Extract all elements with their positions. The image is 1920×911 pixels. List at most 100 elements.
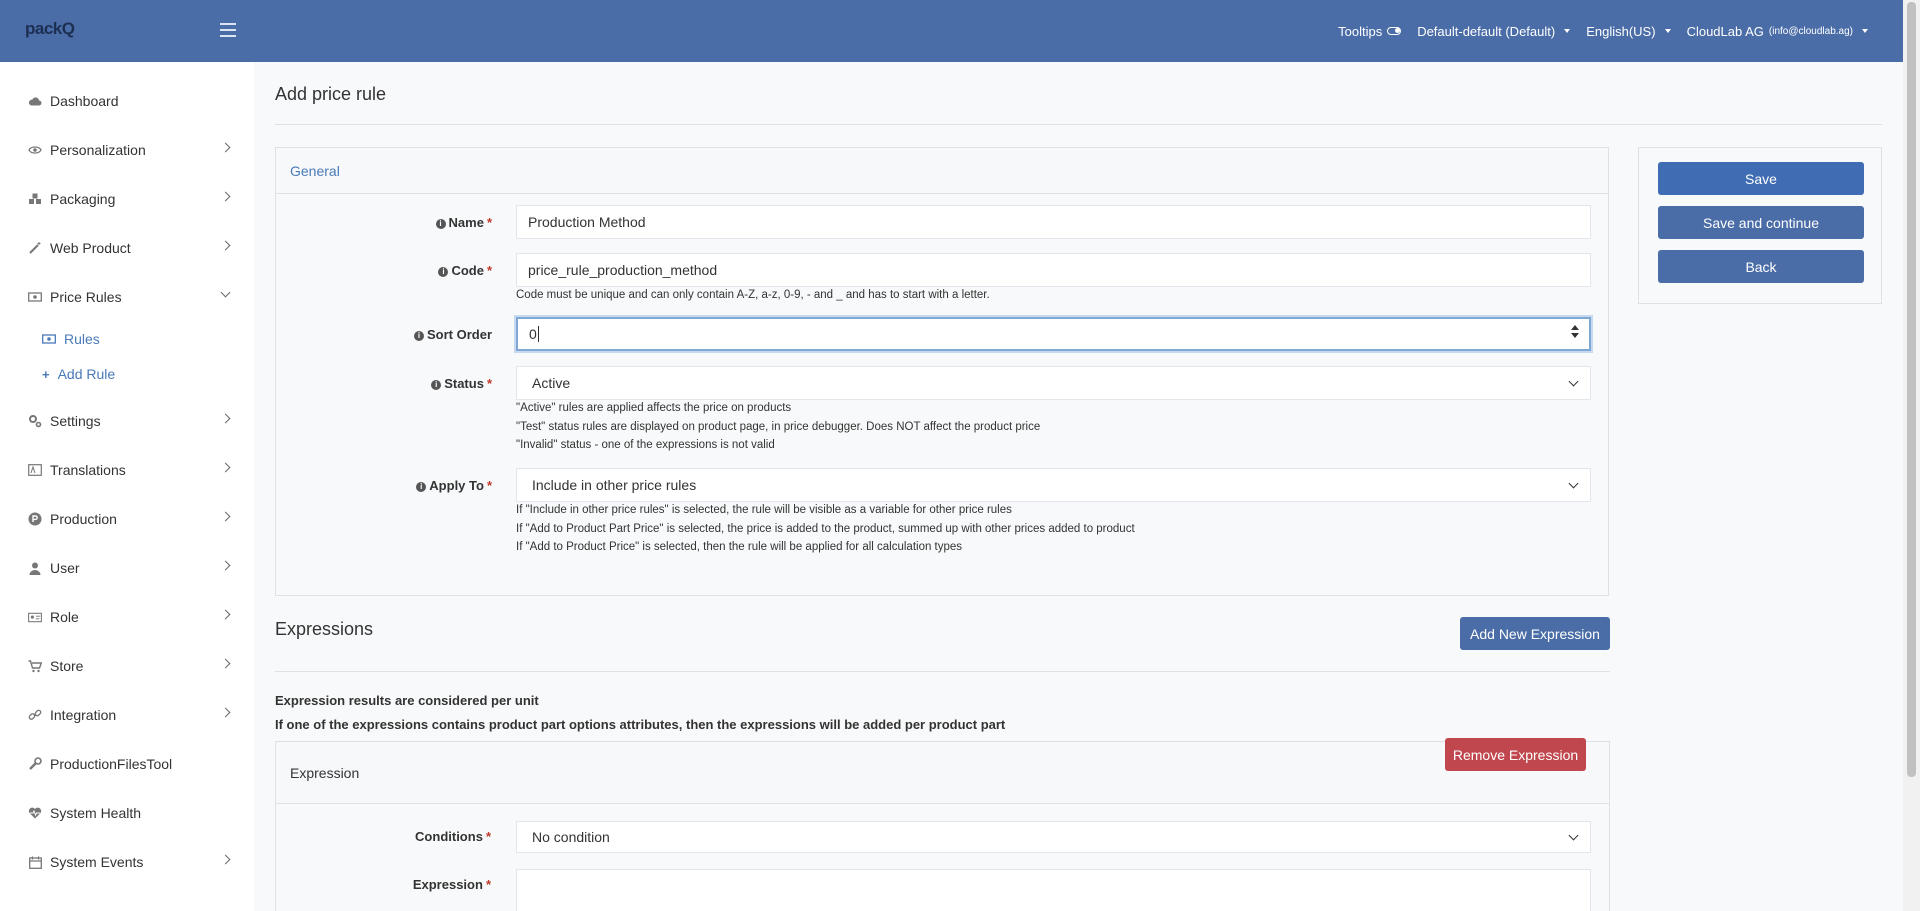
sidebar-item-productionfilestool[interactable]: ProductionFilesTool (0, 744, 254, 784)
chevron-right-icon (220, 854, 231, 865)
sidebar-item-store[interactable]: Store (0, 646, 254, 686)
magic-wand-icon (28, 241, 42, 255)
conditions-selected-value: No condition (532, 829, 610, 845)
number-spinner[interactable] (1571, 325, 1579, 338)
money-bill-icon (42, 332, 56, 347)
sidebar-item-price-rules[interactable]: Price Rules (0, 277, 254, 317)
scrollbar-thumb[interactable] (1907, 2, 1916, 777)
account-email: (info@cloudlab.ag) (1768, 25, 1853, 37)
plus-icon: + (42, 366, 50, 382)
expression-textarea[interactable] (516, 869, 1591, 911)
apply-to-label: i Apply To * (416, 478, 492, 493)
sort-order-value: 0 (529, 326, 537, 342)
apply-to-help-text: If "Include in other price rules" is sel… (516, 504, 1135, 553)
sidebar-item-translations[interactable]: Translations (0, 450, 254, 490)
sidebar-subitem-rules[interactable]: Rules (0, 324, 254, 354)
expression-card: Expression Conditions * No condition Expr… (275, 741, 1610, 911)
chevron-down-icon (1568, 830, 1579, 841)
sidebar-item-packaging[interactable]: Packaging (0, 179, 254, 219)
info-icon[interactable]: i (431, 380, 442, 390)
apply-to-selected-value: Include in other price rules (532, 477, 697, 493)
sidebar-item-label: Settings (50, 413, 101, 429)
apply-to-select[interactable]: Include in other price rules (516, 468, 1591, 502)
status-help-text: "Active" rules are applied affects the p… (516, 402, 1041, 451)
sidebar-subitem-label: Rules (64, 331, 100, 347)
sidebar-subitem-label: Add Rule (57, 366, 116, 382)
expression-label: Expression * (412, 877, 491, 892)
sidebar-item-system-events[interactable]: System Events (0, 842, 254, 882)
sidebar-subitem-add-rule[interactable]: + Add Rule (0, 359, 254, 389)
app-logo[interactable]: packQ (25, 19, 75, 39)
sidebar-item-label: Translations (50, 462, 126, 478)
sidebar-item-user[interactable]: User (0, 548, 254, 588)
add-new-expression-button[interactable]: Add New Expression (1460, 617, 1610, 650)
money-icon (28, 290, 42, 304)
general-card: General i Name * Production Method i Code * … (275, 147, 1609, 596)
calendar-icon (28, 855, 42, 869)
chevron-right-icon (220, 413, 231, 424)
account-dropdown[interactable]: CloudLab AG (info@cloudlab.ag) (1687, 24, 1868, 39)
code-label: i Code * (438, 263, 492, 278)
sidebar-item-web-product[interactable]: Web Product (0, 228, 254, 268)
save-and-continue-button[interactable]: Save and continue (1658, 206, 1864, 239)
sidebar-item-dashboard[interactable]: Dashboard (0, 81, 254, 121)
actions-card: Save Save and continue Back (1638, 147, 1882, 304)
remove-expression-button[interactable]: Remove Expression (1445, 738, 1586, 771)
conditions-label: Conditions * (415, 829, 491, 844)
caret-down-icon (1862, 29, 1868, 33)
eye-icon (28, 143, 42, 157)
info-icon[interactable]: i (416, 482, 427, 492)
top-navbar: packQ Tooltips Default-default (Default)… (0, 0, 1903, 62)
toggle-icon (1387, 27, 1402, 35)
language-icon (28, 463, 42, 477)
sidebar-item-label: User (50, 560, 80, 576)
expressions-title: Expressions (275, 619, 374, 639)
spinner-down-icon[interactable] (1571, 333, 1579, 338)
caret-down-icon (1664, 29, 1671, 33)
general-card-header[interactable]: General (276, 148, 1608, 194)
store-view-dropdown[interactable]: Default-default (Default) (1417, 23, 1571, 39)
tooltips-label: Tooltips (1338, 23, 1383, 39)
divider (275, 124, 1882, 125)
chevron-right-icon (220, 707, 231, 718)
cogs-icon (28, 414, 42, 428)
chevron-right-icon (220, 142, 231, 153)
sidebar-item-label: ProductionFilesTool (50, 756, 173, 772)
sort-order-label: i Sort Order (413, 327, 492, 342)
heartbeat-icon (28, 806, 42, 820)
info-icon[interactable]: i (413, 331, 424, 341)
sidebar-item-settings[interactable]: Settings (0, 401, 254, 441)
language-dropdown[interactable]: English(US) (1586, 24, 1671, 39)
sidebar-item-personalization[interactable]: Personalization (0, 130, 254, 170)
spinner-up-icon[interactable] (1571, 325, 1579, 330)
expressions-note-per-unit: Expression results are considered per un… (275, 693, 539, 708)
tooltips-toggle[interactable]: Tooltips (1338, 23, 1402, 39)
cloud-icon (28, 94, 42, 108)
sidebar-item-role[interactable]: Role (0, 597, 254, 637)
save-button[interactable]: Save (1658, 162, 1864, 195)
sidebar-item-label: System Events (50, 854, 144, 870)
info-icon[interactable]: i (435, 219, 446, 229)
user-icon (28, 561, 42, 575)
conditions-select[interactable]: No condition (516, 821, 1591, 853)
product-hunt-icon (28, 512, 42, 526)
chevron-right-icon (220, 462, 231, 473)
boxes-icon (28, 192, 42, 206)
sidebar-item-integration[interactable]: Integration (0, 695, 254, 735)
name-input[interactable]: Production Method (516, 205, 1591, 239)
sidebar-item-system-health[interactable]: System Health (0, 793, 254, 833)
code-input[interactable]: price_rule_production_method (516, 253, 1591, 287)
status-select[interactable]: Active (516, 366, 1591, 400)
sidebar-item-label: System Health (50, 805, 142, 821)
page-scrollbar[interactable] (1903, 0, 1920, 911)
store-view-label: Default-default (Default) (1417, 23, 1556, 39)
sidebar-item-production[interactable]: Production (0, 499, 254, 539)
sidebar-item-label: Dashboard (50, 93, 119, 109)
chevron-right-icon (220, 658, 231, 669)
chevron-down-icon (1568, 478, 1579, 489)
sort-order-input[interactable]: 0 (516, 317, 1591, 351)
chevron-right-icon (220, 560, 231, 571)
hamburger-menu-icon[interactable] (220, 23, 236, 37)
back-button[interactable]: Back (1658, 250, 1864, 283)
info-icon[interactable]: i (438, 267, 449, 277)
